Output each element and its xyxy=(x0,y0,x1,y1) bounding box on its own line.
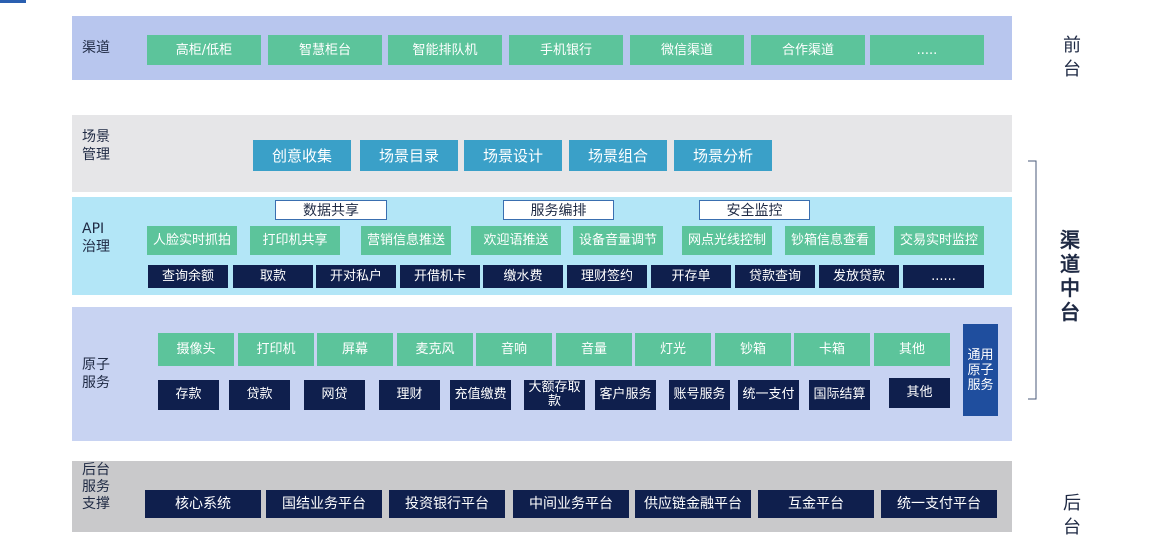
atomic-device[interactable]: 钞箱 xyxy=(715,333,791,366)
channel-item[interactable]: ..... xyxy=(870,35,984,65)
atomic-business[interactable]: 理财 xyxy=(379,380,440,410)
atomic-business[interactable]: 国际结算 xyxy=(809,380,870,410)
channel-item[interactable]: 智能排队机 xyxy=(388,35,502,65)
api-service[interactable]: 发放贷款 xyxy=(819,265,899,288)
scene-item[interactable]: 场景组合 xyxy=(569,140,667,171)
api-capability[interactable]: 交易实时监控 xyxy=(894,226,984,255)
api-capability[interactable]: 人脸实时抓拍 xyxy=(147,226,237,255)
atomic-device[interactable]: 灯光 xyxy=(635,333,711,366)
atomic-device[interactable]: 音响 xyxy=(476,333,552,366)
atomic-business[interactable]: 其他 xyxy=(889,378,950,408)
api-header: 服务编排 xyxy=(503,200,614,220)
scene-item[interactable]: 场景目录 xyxy=(360,140,458,171)
channel-band-label: 渠道 xyxy=(82,40,110,56)
backend-platform[interactable]: 国结业务平台 xyxy=(266,490,382,518)
api-service[interactable]: 开对私户 xyxy=(316,265,396,288)
backend-platform[interactable]: 统一支付平台 xyxy=(881,490,997,518)
channel-item[interactable]: 智慧柜台 xyxy=(268,35,382,65)
api-service[interactable]: 查询余额 xyxy=(148,265,228,288)
api-capability[interactable]: 钞箱信息查看 xyxy=(785,226,875,255)
backend-platform[interactable]: 投资银行平台 xyxy=(389,490,505,518)
atomic-band-label: 原子 服务 xyxy=(82,357,110,391)
api-service[interactable]: 理财签约 xyxy=(567,265,647,288)
backend-platform[interactable]: 中间业务平台 xyxy=(513,490,629,518)
atomic-business[interactable]: 统一支付 xyxy=(738,380,799,410)
channel-item[interactable]: 高柜/低柜 xyxy=(147,35,261,65)
atomic-business[interactable]: 大额存取款 xyxy=(524,380,585,410)
api-band-label: API 治理 xyxy=(82,221,110,255)
api-capability[interactable]: 设备音量调节 xyxy=(573,226,663,255)
backend-platform[interactable]: 供应链金融平台 xyxy=(635,490,751,518)
corner-accent xyxy=(0,0,26,3)
api-capability[interactable]: 网点光线控制 xyxy=(682,226,772,255)
api-service[interactable]: 缴水费 xyxy=(483,265,563,288)
scene-item[interactable]: 场景设计 xyxy=(464,140,562,171)
atomic-device[interactable]: 音量 xyxy=(556,333,632,366)
atomic-band xyxy=(72,307,1012,441)
atomic-device[interactable]: 屏幕 xyxy=(317,333,393,366)
atomic-device[interactable]: 卡箱 xyxy=(794,333,870,366)
atomic-device[interactable]: 其他 xyxy=(874,333,950,366)
api-capability[interactable]: 营销信息推送 xyxy=(361,226,451,255)
api-service[interactable]: 开存单 xyxy=(651,265,731,288)
scene-item[interactable]: 创意收集 xyxy=(253,140,351,171)
channel-item[interactable]: 手机银行 xyxy=(509,35,623,65)
api-header: 安全监控 xyxy=(699,200,810,220)
atomic-business[interactable]: 账号服务 xyxy=(669,380,730,410)
api-header: 数据共享 xyxy=(275,200,387,220)
front-office-label: 前台 xyxy=(1063,35,1081,80)
backend-platform[interactable]: 核心系统 xyxy=(145,490,261,518)
api-service[interactable]: 贷款查询 xyxy=(735,265,815,288)
atomic-business[interactable]: 存款 xyxy=(158,380,219,410)
atomic-business[interactable]: 贷款 xyxy=(229,380,290,410)
back-office-label: 后台 xyxy=(1063,493,1081,538)
atomic-device[interactable]: 麦克风 xyxy=(397,333,473,366)
api-service[interactable]: 开借机卡 xyxy=(400,265,480,288)
atomic-business[interactable]: 客户服务 xyxy=(595,380,656,410)
atomic-device[interactable]: 摄像头 xyxy=(158,333,234,366)
backend-platform[interactable]: 互金平台 xyxy=(758,490,874,518)
api-capability[interactable]: 欢迎语推送 xyxy=(471,226,561,255)
api-service[interactable]: ...... xyxy=(903,265,984,288)
scene-band-label: 场景 管理 xyxy=(82,129,110,163)
atomic-business[interactable]: 网贷 xyxy=(304,380,365,410)
middle-office-bracket xyxy=(1028,160,1037,400)
channel-item[interactable]: 微信渠道 xyxy=(630,35,744,65)
api-service[interactable]: 取款 xyxy=(233,265,313,288)
atomic-business[interactable]: 充值缴费 xyxy=(450,380,511,410)
common-atomic-service[interactable]: 通用原子服务 xyxy=(963,324,998,416)
channel-item[interactable]: 合作渠道 xyxy=(751,35,865,65)
api-capability[interactable]: 打印机共享 xyxy=(250,226,340,255)
backend-band-label: 后台 服务 支撑 xyxy=(82,462,110,512)
scene-item[interactable]: 场景分析 xyxy=(674,140,772,171)
atomic-device[interactable]: 打印机 xyxy=(238,333,314,366)
channel-middle-office-label: 渠道中台 xyxy=(1060,228,1080,324)
